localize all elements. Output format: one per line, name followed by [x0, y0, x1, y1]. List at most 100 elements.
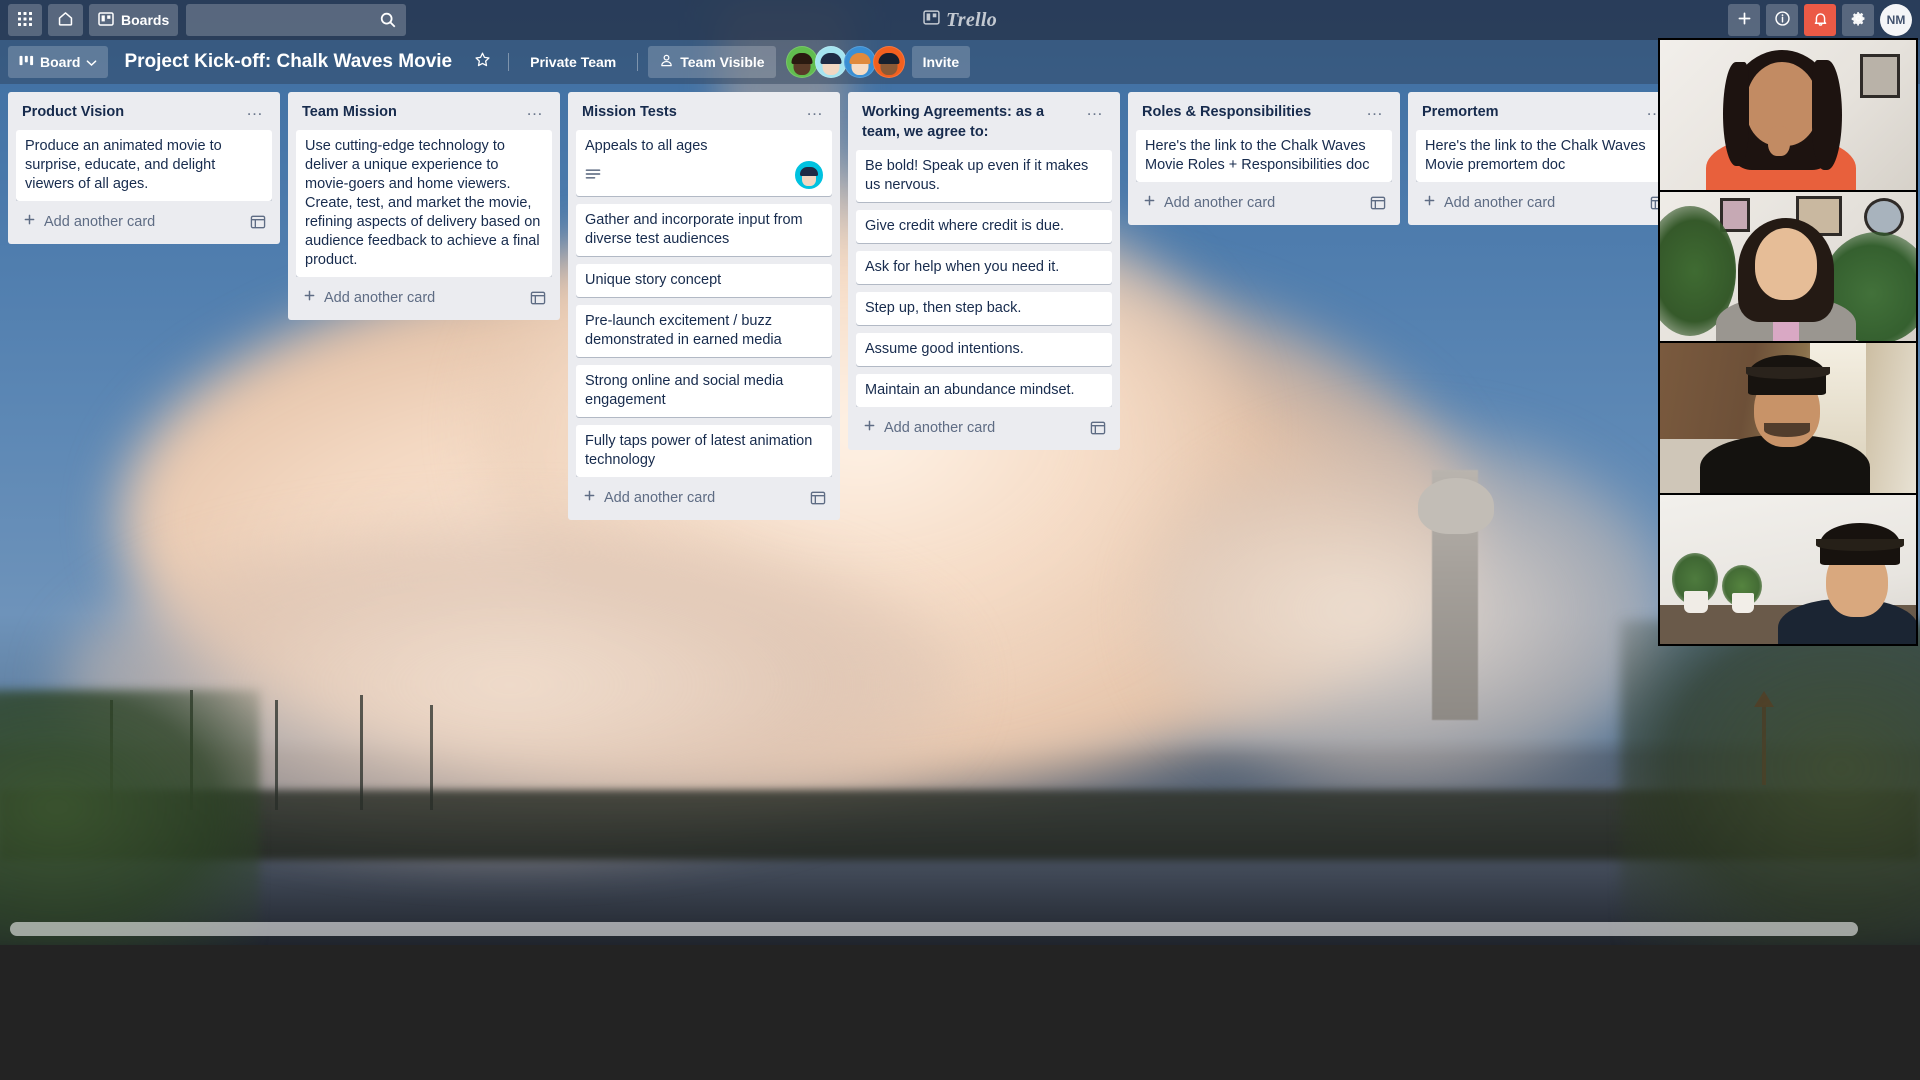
search-input[interactable]	[186, 4, 407, 36]
star-board-button[interactable]	[466, 46, 498, 78]
list-menu-icon[interactable]: …	[802, 101, 828, 118]
home-icon	[57, 10, 74, 30]
plus-icon	[22, 212, 37, 231]
board-header-bar: Board Project Kick-off: Chalk Waves Movi…	[0, 40, 1920, 84]
visibility-button[interactable]: Team Visible	[648, 46, 776, 78]
board-view-label: Board	[40, 54, 81, 70]
list-cards: Here's the link to the Chalk Waves Movie…	[1416, 130, 1672, 182]
list-title[interactable]: Premortem	[1422, 102, 1642, 122]
list-title[interactable]: Product Vision	[22, 102, 242, 122]
search-icon[interactable]	[379, 11, 397, 29]
add-another-card-button[interactable]: Add another card	[296, 279, 552, 312]
card[interactable]: Assume good intentions.	[856, 333, 1112, 366]
card-template-icon[interactable]	[1090, 420, 1106, 436]
divider	[508, 53, 510, 71]
card-template-icon[interactable]	[810, 490, 826, 506]
cap-brim	[1746, 367, 1830, 379]
add-another-card-button[interactable]: Add another card	[1136, 184, 1392, 217]
card-member-avatar[interactable]	[795, 161, 823, 189]
apps-grid-button[interactable]	[8, 4, 42, 36]
list-header: Roles & Responsibilities…	[1136, 100, 1392, 130]
list-menu-icon[interactable]: …	[1362, 101, 1388, 118]
card[interactable]: Ask for help when you need it.	[856, 251, 1112, 284]
card-template-icon[interactable]	[250, 214, 266, 230]
plus-icon	[1736, 10, 1753, 30]
list-cards: Produce an animated movie to surprise, e…	[16, 130, 272, 201]
search-box[interactable]	[186, 4, 407, 36]
card[interactable]: Fully taps power of latest animation tec…	[576, 425, 832, 477]
info-button[interactable]	[1766, 4, 1798, 36]
add-another-card-button[interactable]: Add another card	[576, 479, 832, 512]
description-badge-icon	[585, 168, 601, 182]
card[interactable]: Strong online and social media engagemen…	[576, 365, 832, 417]
page-title[interactable]: Project Kick-off: Chalk Waves Movie	[112, 51, 462, 73]
card[interactable]: Maintain an abundance mindset.	[856, 374, 1112, 407]
card[interactable]: Unique story concept	[576, 264, 832, 297]
avatar[interactable]	[814, 46, 847, 78]
video-tile-participant-1[interactable]	[1660, 40, 1916, 190]
home-button[interactable]	[48, 4, 83, 36]
card[interactable]: Pre-launch excitement / buzz demonstrate…	[576, 305, 832, 357]
video-tile-participant-3[interactable]	[1660, 343, 1916, 493]
avatar[interactable]	[843, 46, 876, 78]
card-title: Be bold! Speak up even if it makes us ne…	[865, 158, 1089, 193]
card[interactable]: Appeals to all ages	[576, 130, 832, 196]
team-name-label: Private Team	[530, 54, 617, 70]
person-visible-icon	[659, 53, 674, 71]
video-tile-participant-4[interactable]	[1660, 494, 1916, 644]
star-icon	[474, 51, 491, 73]
card[interactable]: Here's the link to the Chalk Waves Movie…	[1416, 130, 1672, 182]
list-menu-icon[interactable]: …	[522, 101, 548, 118]
cap-brim	[1816, 538, 1904, 551]
team-name-button[interactable]: Private Team	[519, 46, 627, 78]
list-menu-icon[interactable]: …	[1082, 101, 1108, 118]
list-menu-icon[interactable]: …	[242, 101, 268, 118]
user-avatar[interactable]: NM	[1880, 4, 1912, 36]
card[interactable]: Step up, then step back.	[856, 292, 1112, 325]
video-tile-participant-2[interactable]	[1660, 191, 1916, 341]
board-list: Working Agreements: as a team, we agree …	[848, 92, 1120, 450]
board-list: Mission Tests… Appeals to all ages Gather …	[568, 92, 840, 520]
plus-icon	[582, 488, 597, 507]
list-header: Mission Tests…	[576, 100, 832, 130]
card-badges	[585, 161, 823, 189]
add-another-card-button[interactable]: Add another card	[16, 203, 272, 236]
card[interactable]: Use cutting-edge technology to deliver a…	[296, 130, 552, 277]
participant-face	[1755, 227, 1817, 300]
chevron-down-icon	[86, 54, 97, 70]
wall-frame	[1860, 54, 1900, 98]
card-title: Use cutting-edge technology to deliver a…	[305, 138, 541, 268]
avatar[interactable]	[872, 46, 905, 78]
card-title: Assume good intentions.	[865, 341, 1024, 357]
card-title: Step up, then step back.	[865, 300, 1022, 316]
list-title[interactable]: Team Mission	[302, 102, 522, 122]
card-title: Unique story concept	[585, 272, 722, 288]
trello-brand[interactable]: Trello	[923, 9, 997, 32]
list-title[interactable]: Mission Tests	[582, 102, 802, 122]
add-button[interactable]	[1728, 4, 1760, 36]
add-another-card-button[interactable]: Add another card	[856, 409, 1112, 442]
list-cards: Here's the link to the Chalk Waves Movie…	[1136, 130, 1392, 182]
invite-label: Invite	[922, 54, 960, 70]
invite-button[interactable]: Invite	[911, 46, 971, 78]
top-navigation-bar: Boards Trello NM	[0, 0, 1920, 40]
board-view-switcher[interactable]: Board	[8, 46, 109, 78]
add-another-card-button[interactable]: Add another card	[1416, 184, 1672, 217]
card-template-icon[interactable]	[1370, 195, 1386, 211]
avatar[interactable]	[785, 46, 818, 78]
card-template-icon[interactable]	[530, 290, 546, 306]
boards-button[interactable]: Boards	[89, 4, 179, 36]
list-title[interactable]: Working Agreements: as a team, we agree …	[862, 102, 1082, 142]
card[interactable]: Be bold! Speak up even if it makes us ne…	[856, 150, 1112, 202]
settings-button[interactable]	[1842, 4, 1874, 36]
horizontal-scrollbar[interactable]	[10, 922, 1858, 936]
card[interactable]: Gather and incorporate input from divers…	[576, 204, 832, 256]
card-title: Gather and incorporate input from divers…	[585, 212, 803, 247]
card[interactable]: Produce an animated movie to surprise, e…	[16, 130, 272, 201]
list-cards: Be bold! Speak up even if it makes us ne…	[856, 150, 1112, 407]
board-view-icon	[19, 54, 34, 70]
card[interactable]: Give credit where credit is due.	[856, 210, 1112, 243]
card[interactable]: Here's the link to the Chalk Waves Movie…	[1136, 130, 1392, 182]
list-title[interactable]: Roles & Responsibilities	[1142, 102, 1362, 122]
notifications-button[interactable]	[1804, 4, 1836, 36]
